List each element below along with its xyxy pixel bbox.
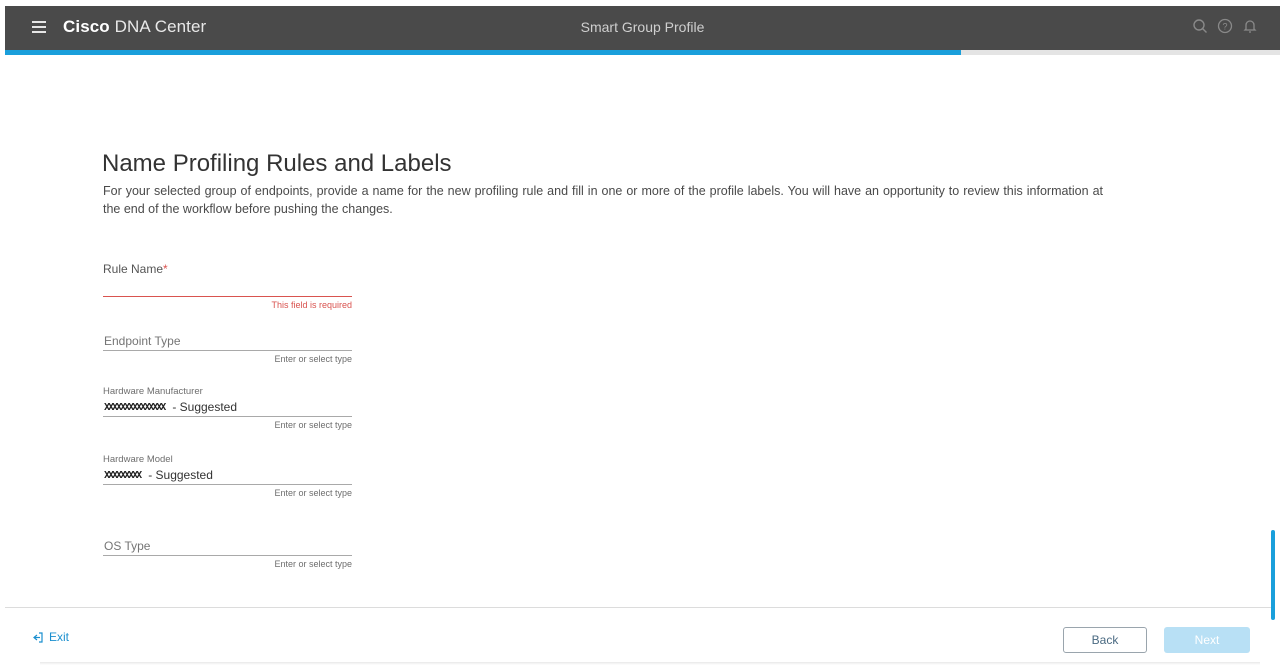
svg-text:?: ? xyxy=(1222,22,1227,32)
os-type-input[interactable] xyxy=(103,537,352,556)
hardware-model-field: Hardware Model XXXXXXXXX - Suggested Ent… xyxy=(103,454,352,498)
top-navigation-bar: Cisco DNA Center Smart Group Profile ? xyxy=(5,6,1280,50)
hardware-manufacturer-input[interactable]: XXXXXXXXXXXXXXX - Suggested xyxy=(103,398,352,417)
hardware-model-value: XXXXXXXXX xyxy=(104,469,142,481)
workflow-progress-fill xyxy=(5,50,961,55)
hardware-manufacturer-label: Hardware Manufacturer xyxy=(103,386,203,397)
hardware-model-input[interactable]: XXXXXXXXX - Suggested xyxy=(103,466,352,485)
exit-label: Exit xyxy=(49,630,70,644)
os-type-hint: Enter or select type xyxy=(274,559,352,569)
exit-icon xyxy=(33,631,43,643)
rule-name-input[interactable] xyxy=(103,278,352,297)
rule-name-label: Rule Name* xyxy=(103,262,168,276)
hardware-manufacturer-field: Hardware Manufacturer XXXXXXXXXXXXXXX - … xyxy=(103,386,352,430)
page-title: Name Profiling Rules and Labels xyxy=(102,150,452,177)
os-type-field: Enter or select type xyxy=(103,537,352,569)
endpoint-type-field: Enter or select type xyxy=(103,332,352,364)
bell-icon[interactable] xyxy=(1242,18,1258,34)
footer-divider xyxy=(5,607,1273,608)
hardware-manufacturer-value: XXXXXXXXXXXXXXX xyxy=(104,401,166,413)
hardware-model-label: Hardware Model xyxy=(103,454,173,465)
endpoint-type-input[interactable] xyxy=(103,332,352,351)
rule-name-field: Rule Name* This field is required xyxy=(103,262,352,310)
endpoint-type-hint: Enter or select type xyxy=(274,354,352,364)
page-description: For your selected group of endpoints, pr… xyxy=(103,184,1103,216)
hardware-model-hint: Enter or select type xyxy=(274,488,352,498)
back-button[interactable]: Back xyxy=(1063,627,1147,653)
rule-name-error-message: This field is required xyxy=(271,300,352,310)
help-icon[interactable]: ? xyxy=(1217,18,1233,34)
hardware-model-suggested-tag: - Suggested xyxy=(148,468,213,482)
next-button[interactable]: Next xyxy=(1164,627,1250,653)
page-header-title: Smart Group Profile xyxy=(580,19,705,35)
header-actions: ? xyxy=(1192,18,1258,34)
search-icon[interactable] xyxy=(1192,18,1208,34)
hardware-manufacturer-hint: Enter or select type xyxy=(274,420,352,430)
scrollbar-thumb[interactable] xyxy=(1271,530,1275,620)
hardware-manufacturer-suggested-tag: - Suggested xyxy=(172,400,238,414)
exit-button[interactable]: Exit xyxy=(31,630,69,644)
